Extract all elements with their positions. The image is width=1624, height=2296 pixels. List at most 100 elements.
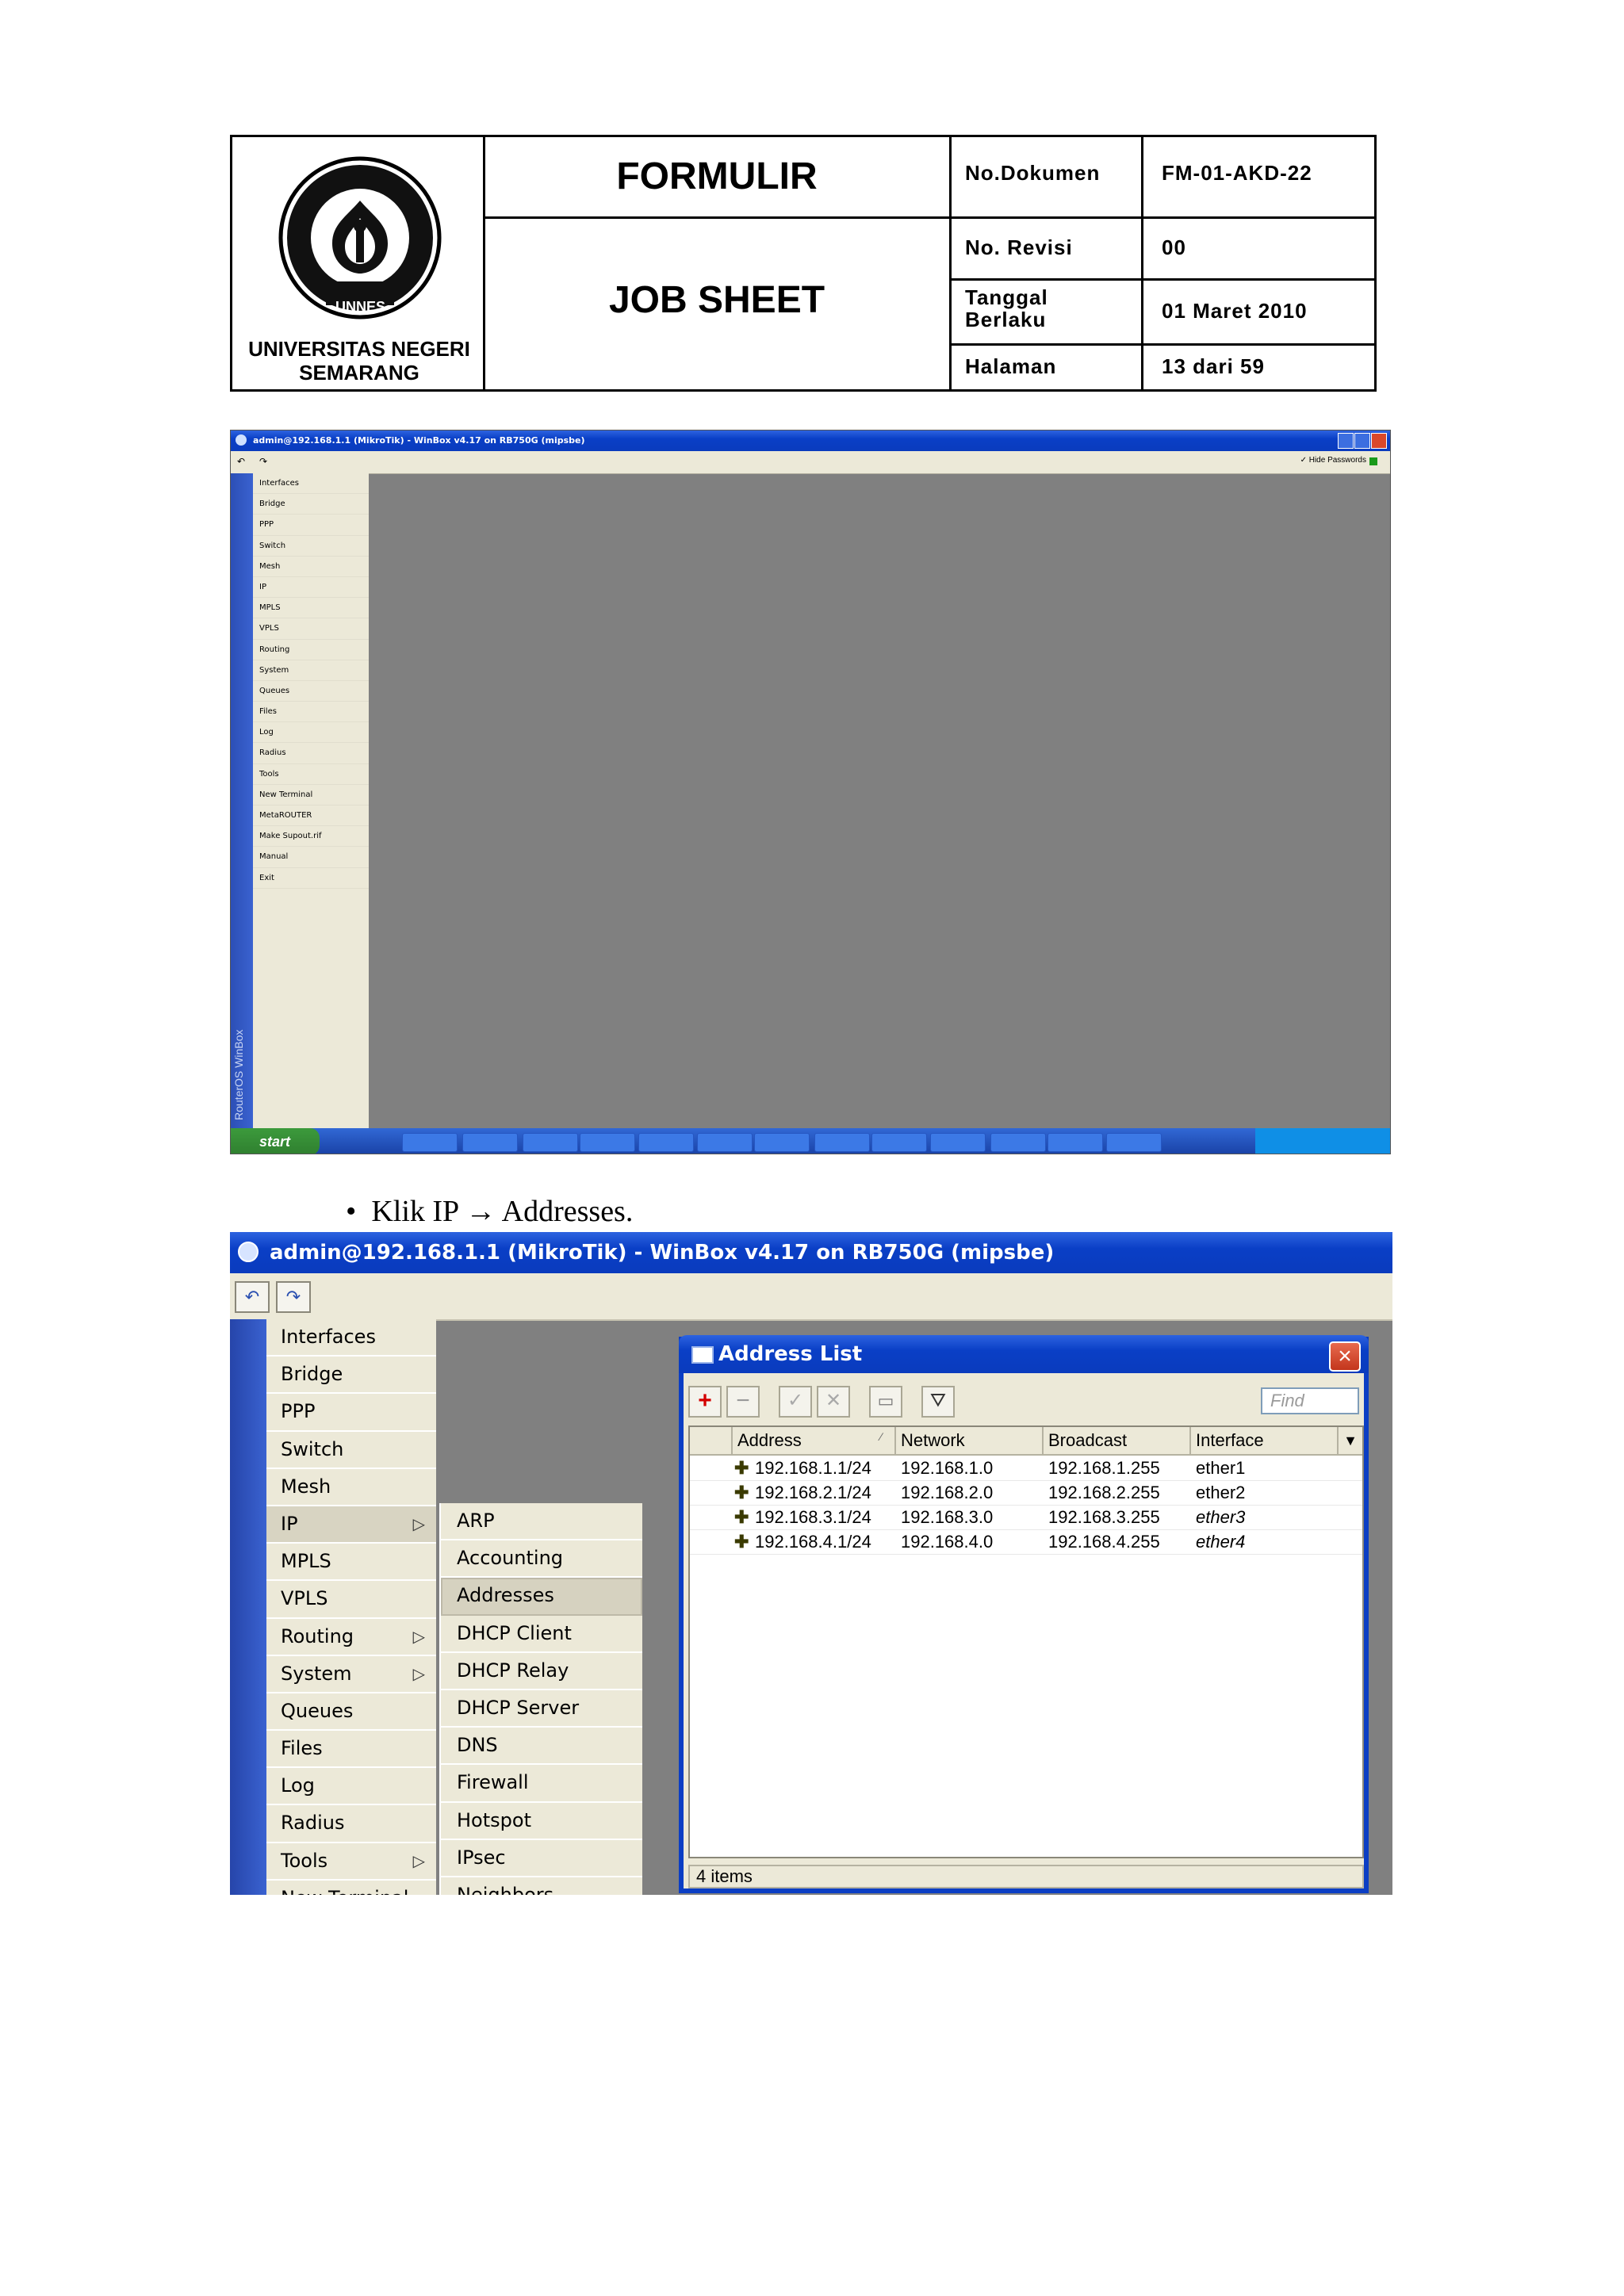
enable-icon[interactable]: ✓ [779, 1386, 812, 1418]
taskbar-button[interactable] [990, 1133, 1046, 1152]
menu-item-system[interactable]: System ▷ [266, 1656, 436, 1693]
cell-interface: ether4 [1196, 1532, 1246, 1552]
menu-item-ppp[interactable]: PPP [266, 1394, 436, 1432]
menu-item-mpls[interactable]: MPLS [266, 1544, 436, 1582]
menu-item[interactable]: VPLS [253, 618, 369, 640]
menu-item-log[interactable]: Log [266, 1768, 436, 1806]
submenu-item-dhcp-relay[interactable]: DHCP Relay [441, 1653, 642, 1690]
menu-item[interactable]: New Terminal [253, 785, 369, 806]
menu-item[interactable]: Make Supout.rif [253, 826, 369, 848]
winbox-screenshot-detail: admin@192.168.1.1 (MikroTik) - WinBox v4… [230, 1232, 1392, 1895]
address-list-title: Address List [679, 1335, 1369, 1373]
menu-item-radius[interactable]: Radius [266, 1805, 436, 1843]
column-interface[interactable]: Interface [1191, 1427, 1339, 1454]
menu-item-vpls[interactable]: VPLS [266, 1581, 436, 1619]
menu-item-label: Bridge [281, 1363, 343, 1386]
menu-item[interactable]: IP [253, 577, 369, 599]
cell-network: 192.168.2.0 [901, 1483, 994, 1502]
submenu-item-accounting[interactable]: Accounting [441, 1540, 642, 1578]
close-icon[interactable]: × [1329, 1341, 1361, 1372]
menu-item[interactable]: Interfaces [253, 473, 369, 495]
taskbar-button[interactable] [462, 1133, 518, 1152]
taskbar-button[interactable] [930, 1133, 986, 1152]
column-menu-icon[interactable]: ▼ [1339, 1427, 1362, 1454]
filter-icon[interactable]: ⛛ [921, 1386, 955, 1418]
menu-item-mesh[interactable]: Mesh [266, 1469, 436, 1506]
table-row[interactable]: ✚ 192.168.4.1/24 192.168.4.0 192.168.4.255 e… [690, 1529, 1362, 1555]
taskbar-button[interactable] [754, 1133, 810, 1152]
taskbar-button[interactable] [871, 1133, 927, 1152]
menu-item[interactable]: PPP [253, 515, 369, 536]
menu-item[interactable]: Exit [253, 868, 369, 889]
menu-item[interactable]: Bridge [253, 494, 369, 515]
redo-icon[interactable]: ↷ [276, 1281, 311, 1313]
menu-item[interactable]: MetaROUTER [253, 806, 369, 827]
taskbar-button[interactable] [402, 1133, 458, 1152]
minimize-icon[interactable] [1338, 433, 1354, 449]
menu-item[interactable]: Switch [253, 536, 369, 557]
taskbar-button[interactable] [1106, 1133, 1162, 1152]
menu-item-interfaces[interactable]: Interfaces [266, 1319, 436, 1357]
maximize-icon[interactable] [1354, 433, 1370, 449]
menu-item[interactable]: Files [253, 702, 369, 723]
submenu-item-ipsec[interactable]: IPsec [441, 1840, 642, 1877]
table-row[interactable]: ✚ 192.168.2.1/24 192.168.2.0 192.168.2.255 e… [690, 1480, 1362, 1506]
cell-network: 192.168.4.0 [901, 1532, 994, 1552]
undo-icon[interactable]: ↶ [237, 456, 248, 467]
find-input[interactable]: Find [1261, 1387, 1359, 1414]
column-broadcast[interactable]: Broadcast [1044, 1427, 1191, 1454]
menu-item-tools[interactable]: Tools ▷ [266, 1843, 436, 1881]
hide-passwords-checkbox[interactable]: ✓ Hide Passwords [1300, 456, 1366, 465]
submenu-item-addresses[interactable]: Addresses [441, 1578, 642, 1616]
taskbar-button[interactable] [814, 1133, 870, 1152]
bullet-icon: • [346, 1195, 357, 1228]
taskbar-button[interactable] [638, 1133, 694, 1152]
cell-network: 192.168.1.0 [901, 1458, 994, 1478]
submenu-item-arp[interactable]: ARP [441, 1503, 642, 1541]
start-button[interactable]: start [231, 1128, 320, 1154]
close-icon[interactable] [1371, 433, 1387, 449]
undo-icon[interactable]: ↶ [235, 1281, 270, 1313]
main-menu: Interfaces Bridge PPP Switch Mesh IP ▷ MPLS VPLS… [266, 1319, 436, 1895]
submenu-item-dhcp-client[interactable]: DHCP Client [441, 1616, 642, 1653]
remove-icon[interactable]: − [726, 1386, 760, 1418]
cell-interface: ether2 [1196, 1483, 1246, 1502]
menu-item[interactable]: Manual [253, 847, 369, 868]
comment-icon[interactable]: ▭ [869, 1386, 902, 1418]
menu-item-files[interactable]: Files [266, 1731, 436, 1769]
side-strip [230, 1319, 266, 1895]
redo-icon[interactable]: ↷ [259, 456, 270, 467]
menu-item-routing[interactable]: Routing ▷ [266, 1619, 436, 1656]
menu-item[interactable]: Routing [253, 640, 369, 660]
column-address[interactable]: Address [733, 1427, 896, 1454]
menu-item[interactable]: Tools [253, 764, 369, 785]
table-row[interactable]: ✚ 192.168.3.1/24 192.168.3.0 192.168.3.255 e… [690, 1505, 1362, 1530]
menu-item[interactable]: Log [253, 722, 369, 744]
taskbar-button[interactable] [523, 1133, 578, 1152]
column-network[interactable]: Network [896, 1427, 1044, 1454]
taskbar-button[interactable] [697, 1133, 753, 1152]
disable-icon[interactable]: ✕ [817, 1386, 850, 1418]
menu-item-ip[interactable]: IP ▷ [266, 1506, 436, 1544]
menu-item-switch[interactable]: Switch [266, 1432, 436, 1469]
menu-item[interactable]: Queues [253, 681, 369, 702]
submenu-item-hotspot[interactable]: Hotspot [441, 1803, 642, 1840]
toolbar [230, 1273, 1392, 1321]
menu-item[interactable]: System [253, 660, 369, 681]
taskbar-button[interactable] [580, 1133, 635, 1152]
menu-item-new-terminal[interactable]: New Terminal [266, 1881, 436, 1895]
taskbar-button[interactable] [1048, 1133, 1103, 1152]
menu-item-label: Log [281, 1774, 315, 1797]
menu-item[interactable]: Mesh [253, 557, 369, 577]
app-icon [238, 1242, 259, 1262]
add-icon[interactable]: + [688, 1386, 722, 1418]
menu-item-bridge[interactable]: Bridge [266, 1357, 436, 1395]
submenu-item-dns[interactable]: DNS [441, 1728, 642, 1766]
submenu-item-dhcp-server[interactable]: DHCP Server [441, 1690, 642, 1728]
submenu-item-firewall[interactable]: Firewall [441, 1765, 642, 1803]
menu-item-queues[interactable]: Queues [266, 1693, 436, 1732]
submenu-item-neighbors[interactable]: Neighbors [441, 1877, 642, 1895]
table-row[interactable]: ✚ 192.168.1.1/24 192.168.1.0 192.168.1.255 e… [690, 1456, 1362, 1481]
menu-item[interactable]: Radius [253, 743, 369, 764]
menu-item[interactable]: MPLS [253, 598, 369, 619]
